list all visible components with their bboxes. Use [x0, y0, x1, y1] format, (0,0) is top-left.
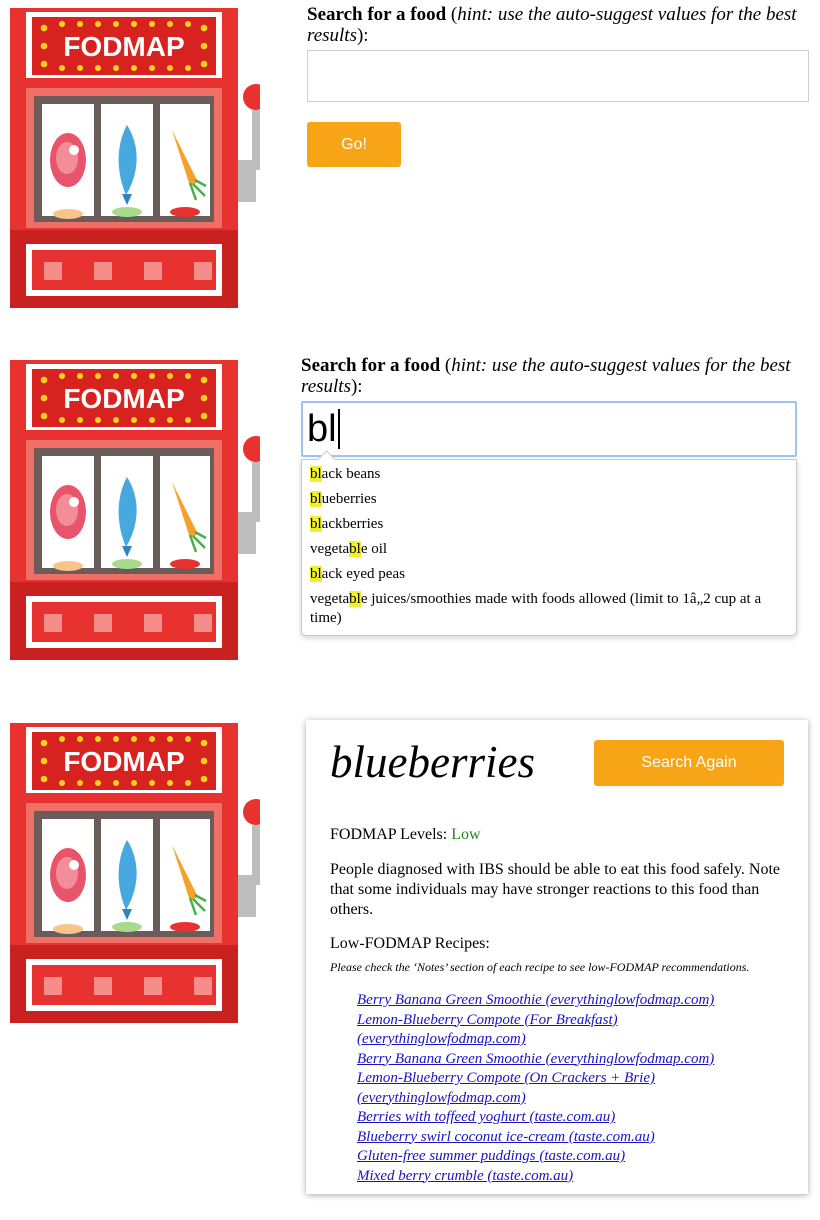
food-title: blueberries: [330, 737, 535, 787]
suggestion-match-highlight: bl: [310, 566, 322, 582]
fodmap-logo-image: FODMAP: [0, 352, 260, 662]
food-description: People diagnosed with IBS should be able…: [330, 861, 780, 918]
search-input[interactable]: [307, 50, 809, 102]
recipe-link[interactable]: Blueberry swirl coconut ice-cream (taste…: [357, 1128, 777, 1148]
fodmap-logo-image: FODMAP: [0, 715, 260, 1025]
recipe-link[interactable]: Berry Banana Green Smoothie (everythingl…: [357, 991, 777, 1011]
recipe-link[interactable]: Lemon-Blueberry Compote (For Breakfast) …: [357, 1011, 777, 1050]
recipes-note: Please check the ‘Notes’ section of each…: [330, 960, 750, 974]
suggestion-item[interactable]: blackberries: [302, 512, 796, 537]
search-panel-empty: Search for a food (hint: use the auto-su…: [307, 4, 817, 167]
suggestion-match-highlight: bl: [349, 591, 361, 607]
fodmap-level-value: Low: [451, 826, 481, 843]
suggestion-match-highlight: bl: [310, 516, 322, 532]
fodmap-logo-image: FODMAP: [0, 0, 260, 310]
fodmap-logo-text: FODMAP: [63, 383, 184, 414]
recipe-link[interactable]: Berries with toffeed yoghurt (taste.com.…: [357, 1108, 777, 1128]
result-card: blueberries Search Again FODMAP Levels: …: [306, 720, 808, 1194]
go-button[interactable]: Go!: [307, 122, 401, 167]
search-input-value: bl: [307, 408, 337, 450]
search-input[interactable]: bl: [301, 401, 797, 457]
suggestion-match-highlight: bl: [310, 491, 322, 507]
suggestion-item[interactable]: vegetable oil: [302, 537, 796, 562]
search-label: Search for a food (hint: use the auto-su…: [301, 355, 791, 397]
autosuggest-dropdown: black beans blueberries blackberries vegeta…: [301, 459, 797, 636]
search-again-button[interactable]: Search Again: [594, 740, 784, 786]
search-label: Search for a food (hint: use the auto-su…: [307, 4, 797, 46]
suggestion-item[interactable]: blueberries: [302, 487, 796, 512]
recipe-link[interactable]: Lemon-Blueberry Compote (On Crackers + B…: [357, 1069, 777, 1108]
recipe-link[interactable]: Gluten-free summer puddings (taste.com.a…: [357, 1147, 777, 1167]
search-panel-autosuggest: Search for a food (hint: use the auto-su…: [301, 355, 811, 636]
recipe-link[interactable]: Mixed berry crumble (taste.com.au): [357, 1167, 777, 1187]
fodmap-levels: FODMAP Levels: Low: [330, 826, 481, 843]
suggestion-match-highlight: bl: [349, 541, 361, 557]
suggestion-item[interactable]: black beans: [302, 462, 796, 487]
fodmap-logo-text: FODMAP: [63, 31, 184, 62]
recipes-heading: Low-FODMAP Recipes:: [330, 935, 490, 952]
recipe-link[interactable]: Berry Banana Green Smoothie (everythingl…: [357, 1050, 777, 1070]
text-caret: [337, 409, 340, 449]
suggestion-match-highlight: bl: [310, 466, 322, 482]
suggestion-item[interactable]: black eyed peas: [302, 562, 796, 587]
suggestion-item[interactable]: vegetable juices/smoothies made with foo…: [302, 587, 796, 631]
recipe-links-list: Berry Banana Green Smoothie (everythingl…: [357, 991, 777, 1186]
fodmap-logo-text: FODMAP: [63, 746, 184, 777]
